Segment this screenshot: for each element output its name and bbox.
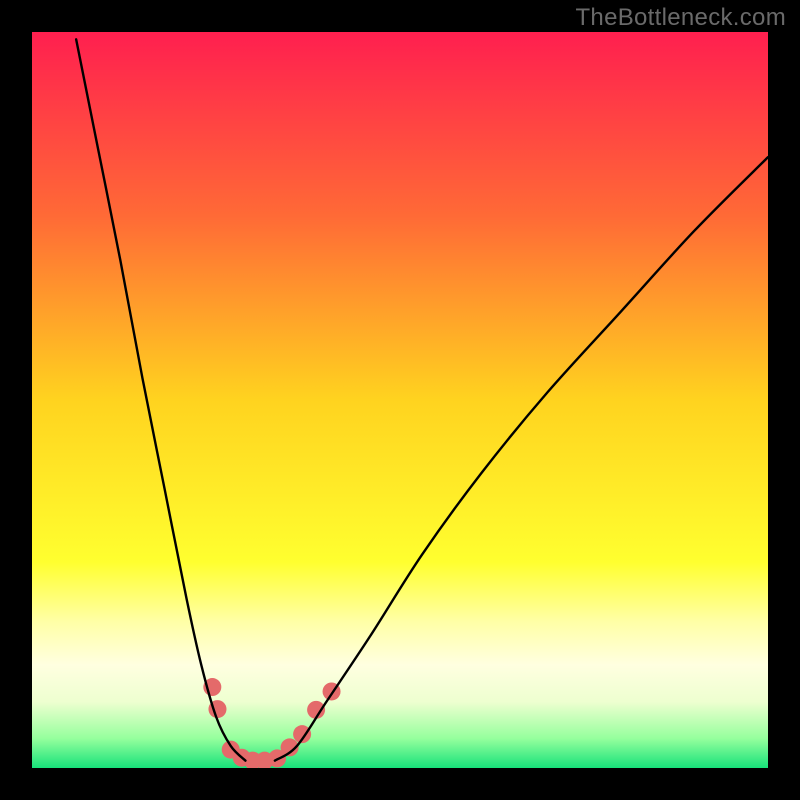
watermark-text: TheBottleneck.com xyxy=(575,4,786,32)
plot-area xyxy=(32,32,768,768)
chart-svg xyxy=(32,32,768,768)
chart-frame: TheBottleneck.com xyxy=(0,0,800,800)
chart-background xyxy=(32,32,768,768)
